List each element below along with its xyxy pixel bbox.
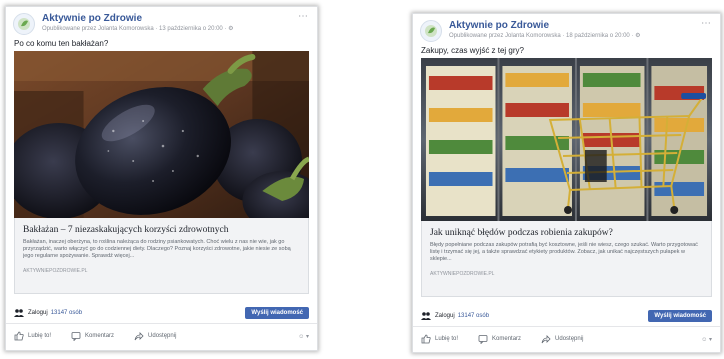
shopping-cart-photo[interactable] <box>421 58 712 221</box>
like-label: Lubię to! <box>28 333 52 339</box>
reaction-dropdown[interactable]: ☺ ▾ <box>298 333 309 340</box>
share-icon <box>134 332 144 341</box>
page-avatar[interactable] <box>420 20 442 42</box>
link-title[interactable]: Jak uniknąć błędów podczas robienia zaku… <box>430 227 703 239</box>
link-preview[interactable]: Bakłażan – 7 niezaskakujących korzyści z… <box>14 218 309 294</box>
leaf-logo-icon <box>425 25 437 37</box>
like-label: Lubię to! <box>435 336 459 342</box>
action-bar: Lubię to! Komentarz Udostępnij ☺ ▾ <box>413 327 720 351</box>
reaction-dropdown[interactable]: ☺ ▾ <box>701 336 712 343</box>
comment-button[interactable]: Komentarz <box>478 334 521 344</box>
facebook-post-eggplant: Aktywnie po Zdrowie Opublikowane przez J… <box>5 6 318 351</box>
facebook-post-shopping: Aktywnie po Zdrowie Opublikowane przez J… <box>412 13 721 353</box>
post-meta: Opublikowane przez Jolanta Komorowska · … <box>449 33 641 39</box>
eggplant-photo[interactable] <box>14 51 309 218</box>
link-domain: aktywniepozdrowie.pl <box>23 268 88 274</box>
join-label[interactable]: Zaloguj <box>435 313 455 319</box>
like-button[interactable]: Lubię to! <box>421 334 458 344</box>
thumbs-up-icon <box>421 334 431 344</box>
leaf-logo-icon <box>18 18 30 30</box>
comment-icon <box>478 335 488 344</box>
like-button[interactable]: Lubię to! <box>14 331 51 341</box>
link-domain: aktywniepozdrowie.pl <box>430 271 495 277</box>
people-icon <box>14 308 24 317</box>
share-button[interactable]: Udostępnij <box>541 334 583 344</box>
comment-label: Komentarz <box>85 333 115 339</box>
comment-icon <box>71 332 81 341</box>
share-button[interactable]: Udostępnij <box>134 331 176 341</box>
share-icon <box>541 335 551 344</box>
thumbs-up-icon <box>14 331 24 341</box>
share-label: Udostępnij <box>148 333 177 339</box>
join-label[interactable]: Zaloguj <box>28 310 48 316</box>
member-count[interactable]: 13147 osób <box>51 310 82 316</box>
post-meta: Opublikowane przez Jolanta Komorowska · … <box>42 26 234 32</box>
comment-label: Komentarz <box>492 336 522 342</box>
more-options-icon[interactable]: ⋯ <box>701 19 712 29</box>
people-icon <box>421 311 431 320</box>
comment-button[interactable]: Komentarz <box>71 331 114 341</box>
action-bar: Lubię to! Komentarz Udostępnij ☺ ▾ <box>6 324 317 348</box>
page-name-link[interactable]: Aktywnie po Zdrowie <box>449 20 701 32</box>
post-header: Aktywnie po Zdrowie Opublikowane przez J… <box>6 7 317 37</box>
page-avatar[interactable] <box>13 13 35 35</box>
send-message-button[interactable]: Wyślij wiadomość <box>648 309 712 322</box>
post-header: Aktywnie po Zdrowie Opublikowane przez J… <box>413 14 720 44</box>
link-description: Błędy popełniane podczas zakupów potrafi… <box>430 242 698 262</box>
join-row: Zaloguj 13147 osób Wyślij wiadomość <box>413 305 720 327</box>
post-text: Zakupy, czas wyjść z tej gry? <box>421 46 524 55</box>
join-row: Zaloguj 13147 osób Wyślij wiadomość <box>6 302 317 324</box>
link-preview[interactable]: Jak uniknąć błędów podczas robienia zaku… <box>421 221 712 297</box>
link-title[interactable]: Bakłażan – 7 niezaskakujących korzyści z… <box>23 224 300 236</box>
member-count[interactable]: 13147 osób <box>458 313 489 319</box>
share-label: Udostępnij <box>555 336 584 342</box>
post-text: Po co komu ten bakłażan? <box>14 39 109 48</box>
send-message-button[interactable]: Wyślij wiadomość <box>245 306 309 319</box>
page-name-link[interactable]: Aktywnie po Zdrowie <box>42 13 298 25</box>
more-options-icon[interactable]: ⋯ <box>298 12 309 22</box>
link-description: Bakłażan, inaczej oberżyna, to roślina n… <box>23 239 291 259</box>
